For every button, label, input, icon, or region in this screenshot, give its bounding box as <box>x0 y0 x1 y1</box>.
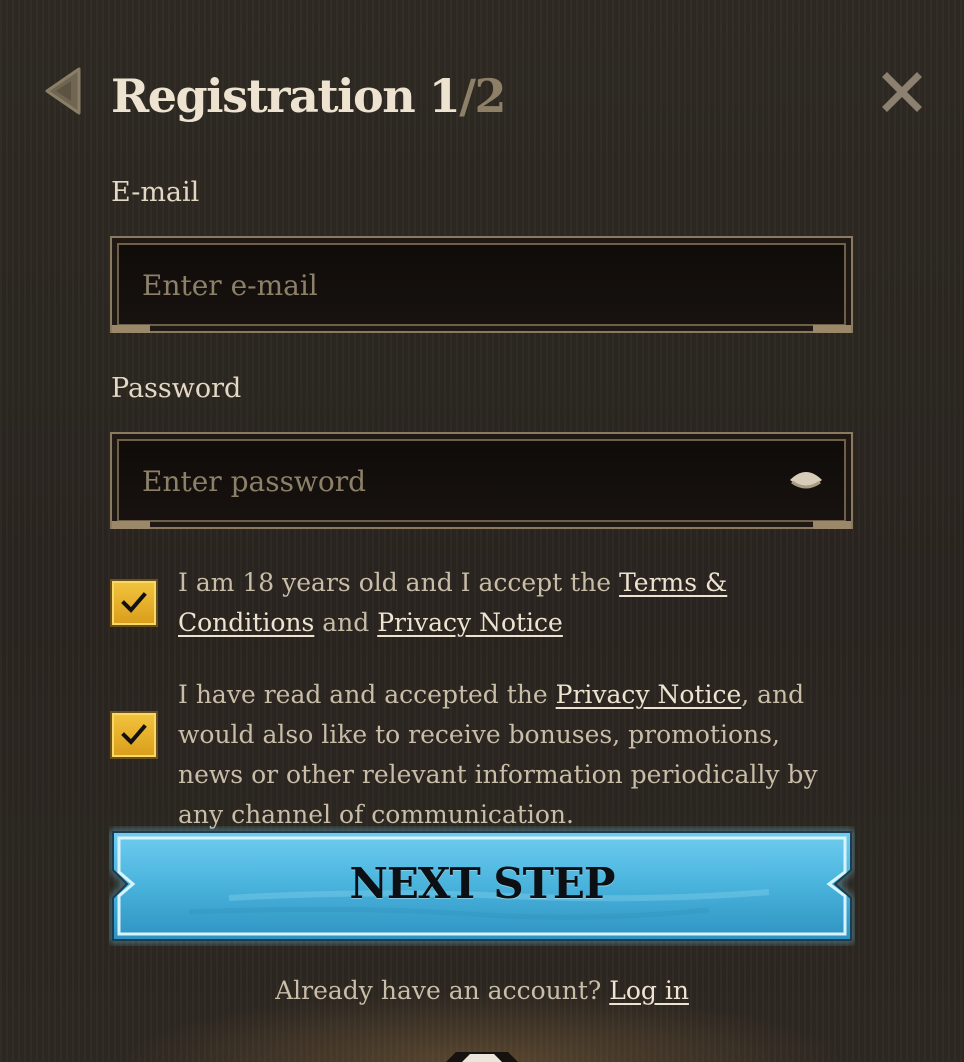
page-title: Registration 1/2 <box>111 64 507 128</box>
frame-corner <box>112 521 150 529</box>
bottom-notch-ornament <box>446 1052 518 1062</box>
checkmark-icon <box>121 724 147 745</box>
email-input[interactable] <box>142 260 762 310</box>
login-prompt: Already have an account? Log in <box>0 972 964 1010</box>
close-icon <box>882 72 922 112</box>
password-label: Password <box>111 373 242 404</box>
password-input-frame <box>110 432 853 529</box>
login-prompt-text: Already have an account? <box>275 976 610 1005</box>
marketing-consent-text: I have read and accepted the Privacy Not… <box>178 675 848 835</box>
consent-text: and <box>314 608 378 637</box>
privacy-notice-link[interactable]: Privacy Notice <box>556 680 742 709</box>
next-step-button[interactable]: NEXT STEP <box>109 826 855 946</box>
email-label: E-mail <box>111 177 200 208</box>
marketing-consent-checkbox[interactable] <box>110 711 158 759</box>
step-total: /2 <box>459 69 506 123</box>
close-button[interactable] <box>880 70 924 114</box>
password-input[interactable] <box>142 456 762 506</box>
privacy-notice-link[interactable]: Privacy Notice <box>377 608 563 637</box>
age-terms-checkbox[interactable] <box>110 579 158 627</box>
checkmark-icon <box>121 592 147 613</box>
back-button[interactable] <box>44 66 82 116</box>
next-step-label: NEXT STEP <box>349 859 615 908</box>
login-link[interactable]: Log in <box>609 976 689 1005</box>
frame-corner <box>813 325 851 333</box>
step-current: 1 <box>428 69 461 123</box>
frame-corner <box>813 521 851 529</box>
frame-corner <box>112 325 150 333</box>
consent-text: I am 18 years old and I accept the <box>178 568 620 597</box>
consent-text: I have read and accepted the <box>178 680 556 709</box>
age-terms-consent-text: I am 18 years old and I accept the Terms… <box>178 563 848 643</box>
email-input-frame <box>110 236 853 333</box>
title-text: Registration <box>111 69 416 123</box>
password-visibility-toggle[interactable] <box>786 460 826 500</box>
eye-icon <box>790 472 822 489</box>
triangle-left-icon <box>45 67 81 115</box>
